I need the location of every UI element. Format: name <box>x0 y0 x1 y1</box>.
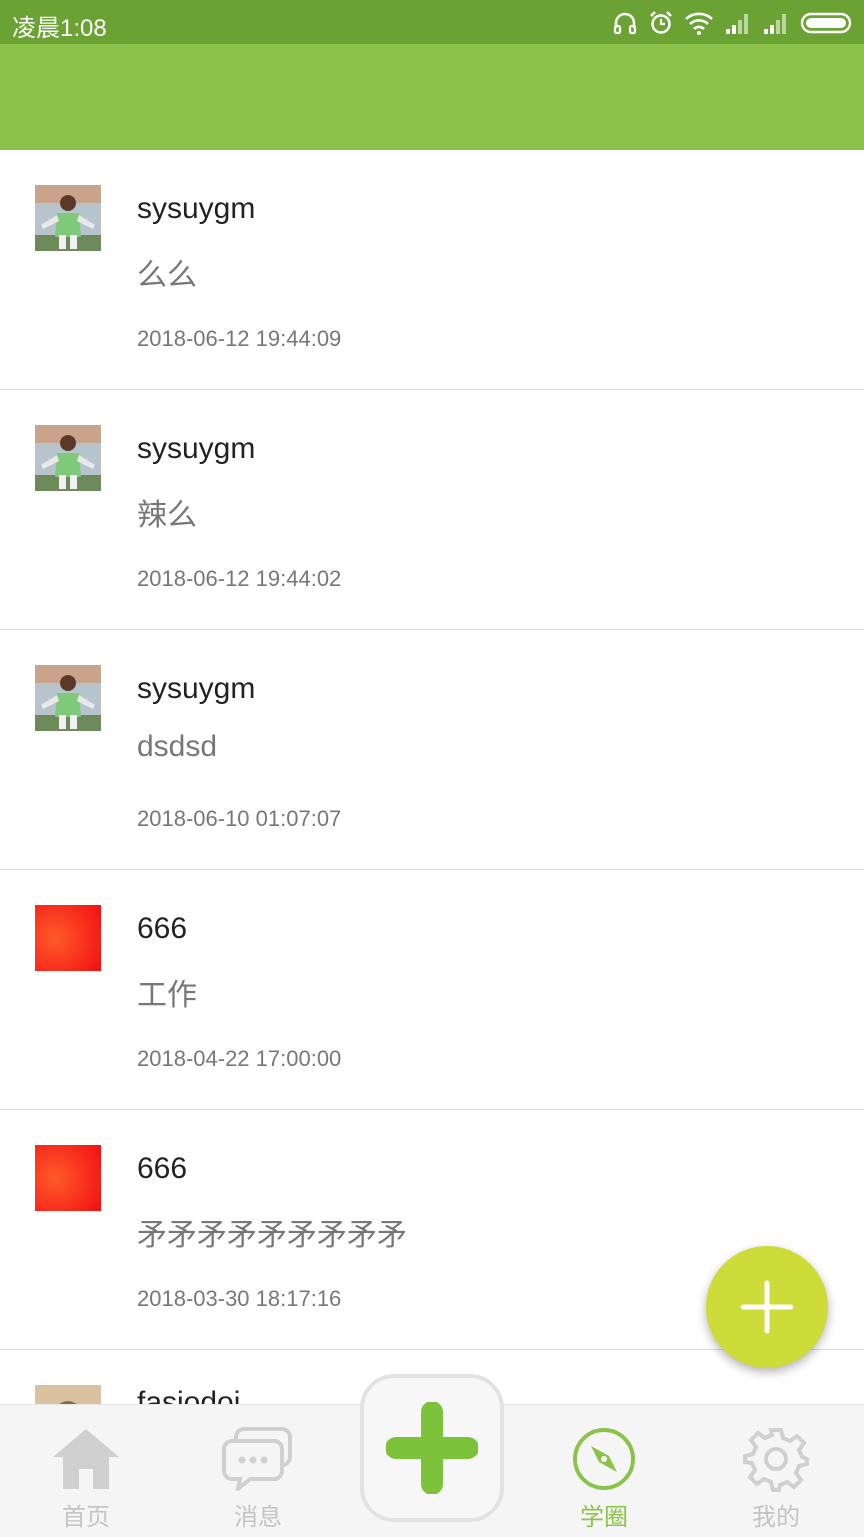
red-avatar-icon <box>35 905 101 971</box>
item-timestamp: 2018-06-10 01:07:07 <box>137 806 342 831</box>
item-username: fasiodoi <box>137 1386 241 1404</box>
item-content: 工作 <box>137 979 197 1012</box>
list-item[interactable]: sysuygm 辣么 2018-06-12 19:44:02 <box>0 390 864 630</box>
nav-label-circle: 学圈 <box>580 1504 628 1531</box>
item-timestamp: 2018-06-12 19:44:02 <box>137 566 342 591</box>
plus-icon <box>386 1402 478 1494</box>
avatar[interactable] <box>35 905 101 971</box>
avatar[interactable] <box>35 185 101 251</box>
item-username: 666 <box>137 1152 188 1185</box>
gear-icon <box>740 1423 812 1495</box>
app-bar <box>0 44 864 150</box>
compass-icon <box>568 1423 640 1495</box>
status-time: 凌晨1:08 <box>12 15 107 42</box>
nav-item-home[interactable]: 首页 <box>0 1405 172 1537</box>
avatar[interactable] <box>35 425 101 491</box>
chat-icon <box>222 1423 294 1495</box>
item-timestamp: 2018-06-12 19:44:09 <box>137 326 342 351</box>
item-username: sysuygm <box>137 432 256 465</box>
red-avatar-icon <box>35 1145 101 1211</box>
feed-list[interactable]: sysuygm 么么 2018-06-12 19:44:09 sysuygm 辣… <box>0 150 864 1404</box>
nav-item-mine[interactable]: 我的 <box>690 1405 862 1537</box>
wifi-icon <box>685 12 713 35</box>
alarm-icon <box>650 11 672 34</box>
item-content: 矛矛矛矛矛矛矛矛矛 <box>137 1219 407 1252</box>
nav-label-mine: 我的 <box>752 1504 800 1531</box>
item-content: dsdsd <box>137 730 218 763</box>
nav-label-messages: 消息 <box>234 1504 282 1531</box>
photo-avatar-icon <box>35 1385 101 1404</box>
list-item[interactable]: sysuygm dsdsd 2018-06-10 01:07:07 <box>0 630 864 870</box>
list-item[interactable]: 666 工作 2018-04-22 17:00:00 <box>0 870 864 1110</box>
avatar[interactable] <box>35 1385 101 1404</box>
item-username: sysuygm <box>137 672 256 705</box>
signal-icon <box>764 14 786 34</box>
photo-avatar-icon <box>35 425 101 491</box>
item-timestamp: 2018-04-22 17:00:00 <box>137 1046 342 1071</box>
item-username: 666 <box>137 912 188 945</box>
center-add-button[interactable] <box>360 1374 504 1522</box>
battery-icon <box>800 12 852 34</box>
item-timestamp: 2018-03-30 18:17:16 <box>137 1286 342 1311</box>
headset-icon <box>613 12 637 35</box>
avatar[interactable] <box>35 1145 101 1211</box>
photo-avatar-icon <box>35 665 101 731</box>
nav-item-circle[interactable]: 学圈 <box>518 1405 690 1537</box>
plus-icon <box>740 1280 794 1334</box>
nav-label-home: 首页 <box>62 1504 110 1531</box>
signal-icon <box>726 14 748 34</box>
add-post-button[interactable] <box>706 1246 828 1368</box>
item-content: 么么 <box>137 259 197 292</box>
item-content: 辣么 <box>137 499 197 532</box>
list-item[interactable]: sysuygm 么么 2018-06-12 19:44:09 <box>0 150 864 390</box>
avatar[interactable] <box>35 665 101 731</box>
item-username: sysuygm <box>137 192 256 225</box>
photo-avatar-icon <box>35 185 101 251</box>
status-bar: 凌晨1:08 <box>0 0 864 44</box>
home-icon <box>50 1423 122 1495</box>
nav-item-messages[interactable]: 消息 <box>172 1405 344 1537</box>
status-icons <box>612 8 854 38</box>
